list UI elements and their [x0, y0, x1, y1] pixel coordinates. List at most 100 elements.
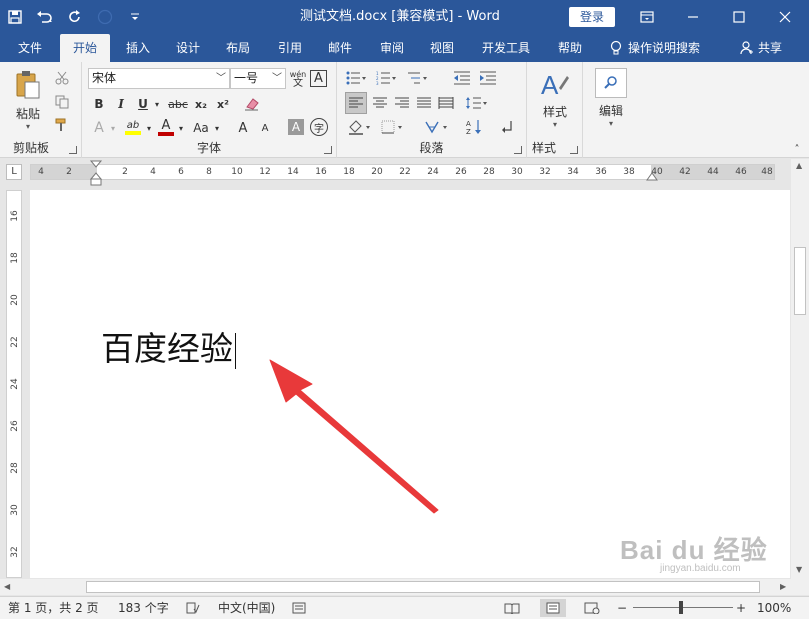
character-shading-button[interactable]: A	[288, 119, 304, 135]
font-launcher-icon[interactable]	[324, 146, 332, 154]
align-center-icon[interactable]	[369, 92, 391, 114]
print-layout-icon[interactable]	[540, 599, 566, 617]
justify-icon[interactable]	[413, 92, 435, 114]
macro-record-icon[interactable]	[292, 597, 306, 619]
page-count[interactable]: 第 1 页，共 2 页	[8, 597, 99, 619]
change-case-dropdown-icon[interactable]: ▾	[212, 118, 222, 138]
highlight-dropdown-icon[interactable]: ▾	[144, 118, 154, 138]
scroll-right-icon[interactable]: ▶	[780, 582, 786, 591]
customize-icon[interactable]	[120, 0, 150, 34]
bold-button[interactable]: B	[90, 94, 108, 114]
increase-indent-icon[interactable]	[477, 68, 499, 88]
word-count[interactable]: 183 个字	[118, 597, 169, 619]
text-effects-button[interactable]: A	[90, 118, 108, 138]
superscript-button[interactable]: x²	[214, 94, 232, 114]
font-color-dropdown-icon[interactable]: ▾	[176, 118, 186, 138]
show-marks-icon[interactable]	[497, 116, 519, 138]
vertical-scroll-thumb[interactable]	[794, 247, 806, 315]
copy-icon[interactable]	[52, 92, 72, 112]
scroll-left-icon[interactable]: ◀	[4, 582, 10, 591]
font-name-combo[interactable]: 宋体 ﹀	[88, 68, 230, 89]
editing-button[interactable]: 编辑 ▾	[591, 68, 631, 136]
share-button[interactable]: 共享	[740, 34, 782, 62]
ribbon-display-options-icon[interactable]	[624, 0, 670, 34]
sort-icon[interactable]: AZ	[463, 116, 485, 138]
decrease-indent-icon[interactable]	[451, 68, 473, 88]
zoom-out-button[interactable]: −	[617, 597, 627, 619]
numbering-icon[interactable]: 123	[375, 68, 399, 88]
maximize-icon[interactable]	[716, 0, 762, 34]
tab-design[interactable]: 设计	[166, 34, 210, 62]
redo-icon[interactable]	[60, 0, 90, 34]
styles-launcher-icon[interactable]	[570, 146, 578, 154]
change-case-button[interactable]: Aa	[190, 118, 212, 138]
borders-icon[interactable]	[379, 116, 407, 138]
styles-button[interactable]: A 样式 ▾	[533, 68, 577, 136]
text-effects-dropdown-icon[interactable]: ▾	[108, 118, 118, 138]
italic-button[interactable]: I	[112, 94, 130, 114]
paragraph-launcher-icon[interactable]	[514, 146, 522, 154]
save-icon[interactable]	[0, 0, 30, 34]
proofing-icon[interactable]	[186, 597, 200, 619]
enclose-characters-button[interactable]: 字	[310, 118, 328, 136]
tab-layout[interactable]: 布局	[216, 34, 260, 62]
tab-developer[interactable]: 开发工具	[474, 34, 538, 62]
bullets-icon[interactable]	[345, 68, 369, 88]
tab-insert[interactable]: 插入	[116, 34, 160, 62]
tab-references[interactable]: 引用	[268, 34, 312, 62]
scroll-up-icon[interactable]: ▲	[796, 161, 802, 170]
paste-dropdown-icon[interactable]: ▾	[8, 122, 48, 131]
underline-button[interactable]: U	[134, 94, 152, 114]
strikethrough-button[interactable]: abc	[166, 94, 190, 114]
format-painter-icon[interactable]	[52, 115, 72, 135]
tab-view[interactable]: 视图	[420, 34, 464, 62]
scroll-down-icon[interactable]: ▼	[796, 565, 802, 574]
multilevel-list-icon[interactable]	[405, 68, 431, 88]
asian-layout-icon[interactable]	[423, 116, 453, 138]
line-spacing-icon[interactable]	[463, 92, 491, 114]
tab-help[interactable]: 帮助	[548, 34, 592, 62]
login-button[interactable]: 登录	[569, 7, 615, 27]
horizontal-scrollbar[interactable]: ◀ ▶	[0, 579, 809, 595]
cut-icon[interactable]	[52, 68, 72, 88]
horizontal-ruler[interactable]: 4 2 2 4 6 8 10 12 14 16 18 20 22 24 26 2…	[30, 164, 775, 180]
distributed-icon[interactable]	[435, 92, 457, 114]
horizontal-scroll-thumb[interactable]	[86, 581, 760, 593]
right-indent-marker-icon[interactable]	[645, 170, 659, 182]
vertical-scrollbar[interactable]: ▲ ▼	[791, 159, 809, 579]
minimize-icon[interactable]	[670, 0, 716, 34]
undo-icon[interactable]	[30, 0, 60, 34]
indent-marker-icon[interactable]	[89, 160, 103, 186]
tell-me-search[interactable]: 操作说明搜索	[610, 34, 700, 62]
shrink-font-button[interactable]: A	[256, 118, 274, 138]
tab-home[interactable]: 开始	[60, 34, 110, 62]
language-status[interactable]: 中文(中国)	[218, 597, 275, 619]
zoom-in-button[interactable]: +	[736, 597, 746, 619]
document-page[interactable]: 百度经验	[30, 190, 790, 578]
grow-font-button[interactable]: A	[234, 118, 252, 138]
collapse-ribbon-icon[interactable]: ˄	[790, 142, 804, 156]
align-left-icon[interactable]	[345, 92, 367, 114]
tab-selector[interactable]: L	[6, 164, 22, 180]
document-body-text[interactable]: 百度经验	[101, 322, 236, 370]
phonetic-guide-button[interactable]: wén 文	[288, 68, 308, 90]
zoom-slider-track[interactable]	[633, 607, 733, 608]
close-icon[interactable]	[762, 0, 808, 34]
clipboard-launcher-icon[interactable]	[69, 146, 77, 154]
subscript-button[interactable]: x₂	[192, 94, 210, 114]
web-layout-icon[interactable]	[584, 597, 600, 619]
zoom-level[interactable]: 100%	[757, 597, 791, 619]
character-border-button[interactable]: A	[310, 70, 327, 87]
tab-review[interactable]: 审阅	[370, 34, 414, 62]
clear-formatting-icon[interactable]	[242, 94, 262, 114]
underline-dropdown-icon[interactable]: ▾	[152, 94, 162, 114]
align-right-icon[interactable]	[391, 92, 413, 114]
paste-button[interactable]: 粘贴 ▾	[8, 70, 48, 140]
font-size-combo[interactable]: 一号 ﹀	[230, 68, 286, 89]
shading-icon[interactable]	[345, 116, 375, 138]
font-color-button[interactable]: A	[156, 116, 176, 138]
tab-file[interactable]: 文件	[8, 34, 52, 62]
tab-mailings[interactable]: 邮件	[318, 34, 362, 62]
vertical-ruler[interactable]: 16 18 20 22 24 26 28 30 32	[6, 190, 22, 578]
zoom-slider-thumb[interactable]	[679, 601, 683, 614]
